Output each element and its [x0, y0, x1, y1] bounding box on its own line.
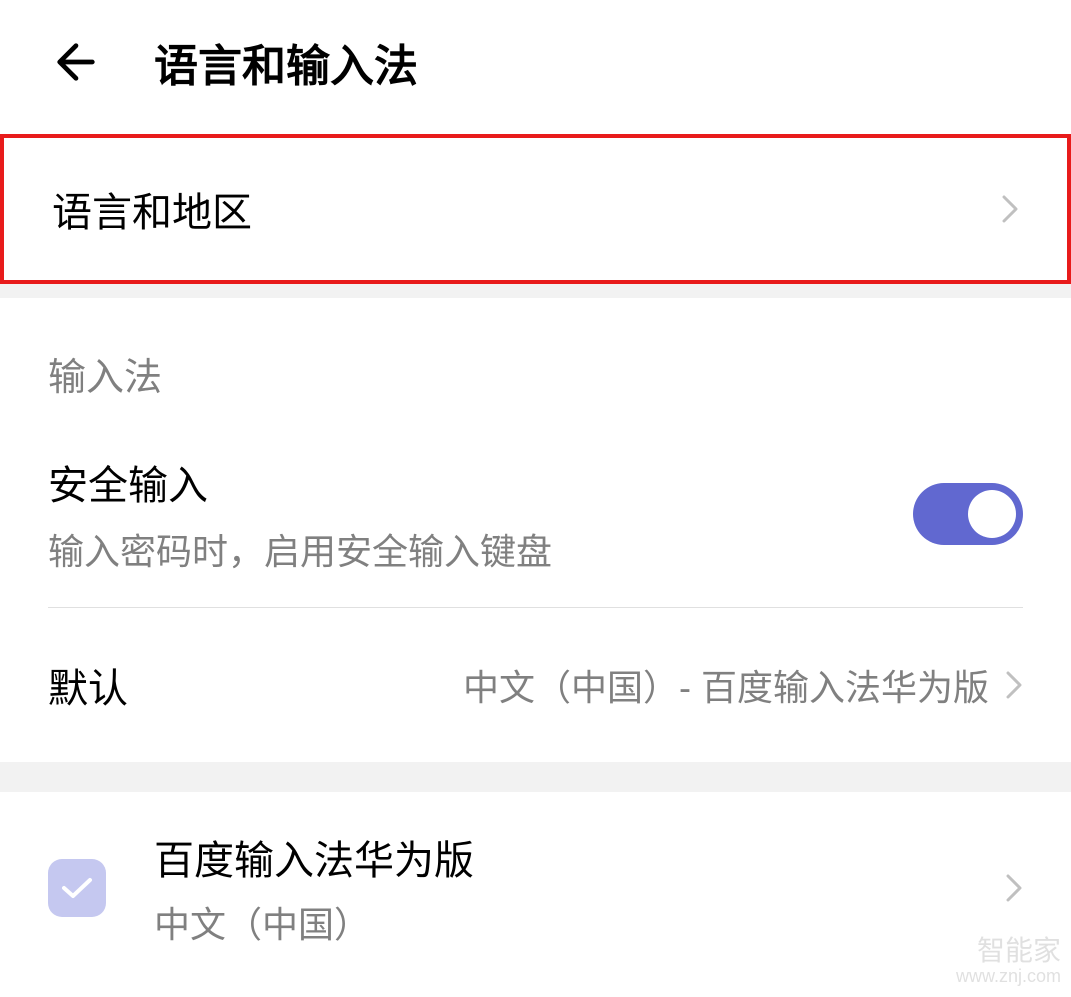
chevron-right-icon	[1005, 670, 1023, 700]
header: 语言和输入法	[0, 0, 1071, 134]
back-arrow-icon	[48, 34, 104, 90]
back-button[interactable]	[48, 34, 104, 90]
ime-section-header: 输入法	[0, 298, 1071, 421]
watermark: 智能家 www.znj.com	[956, 936, 1061, 987]
secure-input-toggle[interactable]	[913, 483, 1023, 545]
secure-input-subtitle: 输入密码时，启用安全输入键盘	[48, 523, 552, 575]
ime-list-item[interactable]: 百度输入法华为版 中文（中国）	[0, 792, 1071, 984]
highlighted-language-region: 语言和地区	[0, 134, 1071, 284]
toggle-thumb	[968, 490, 1016, 538]
checkmark-icon	[61, 876, 93, 900]
chevron-right-icon	[1005, 873, 1023, 903]
ime-item-subtitle: 中文（中国）	[154, 896, 957, 948]
default-ime-value: 中文（中国）- 百度输入法华为版	[463, 659, 989, 711]
default-ime-row[interactable]: 默认 中文（中国）- 百度输入法华为版	[0, 608, 1071, 762]
ime-item-title: 百度输入法华为版	[154, 828, 957, 886]
secure-input-title: 安全输入	[48, 453, 552, 511]
chevron-right-icon	[1001, 194, 1019, 224]
ime-checkbox[interactable]	[48, 859, 106, 917]
language-region-row[interactable]: 语言和地区	[4, 138, 1067, 280]
secure-input-row: 安全输入 输入密码时，启用安全输入键盘	[0, 421, 1071, 607]
page-title: 语言和输入法	[154, 30, 418, 94]
watermark-sub: www.znj.com	[956, 967, 1061, 987]
default-ime-value-group: 中文（中国）- 百度输入法华为版	[463, 659, 1023, 711]
section-divider	[0, 284, 1071, 298]
default-ime-label: 默认	[48, 656, 128, 714]
ime-section-label: 输入法	[48, 357, 162, 399]
secure-input-text: 安全输入 输入密码时，启用安全输入键盘	[48, 453, 552, 575]
ime-text-group: 百度输入法华为版 中文（中国）	[154, 828, 957, 948]
section-divider	[0, 762, 1071, 792]
watermark-main: 智能家	[977, 935, 1061, 966]
language-region-label: 语言和地区	[52, 180, 252, 238]
